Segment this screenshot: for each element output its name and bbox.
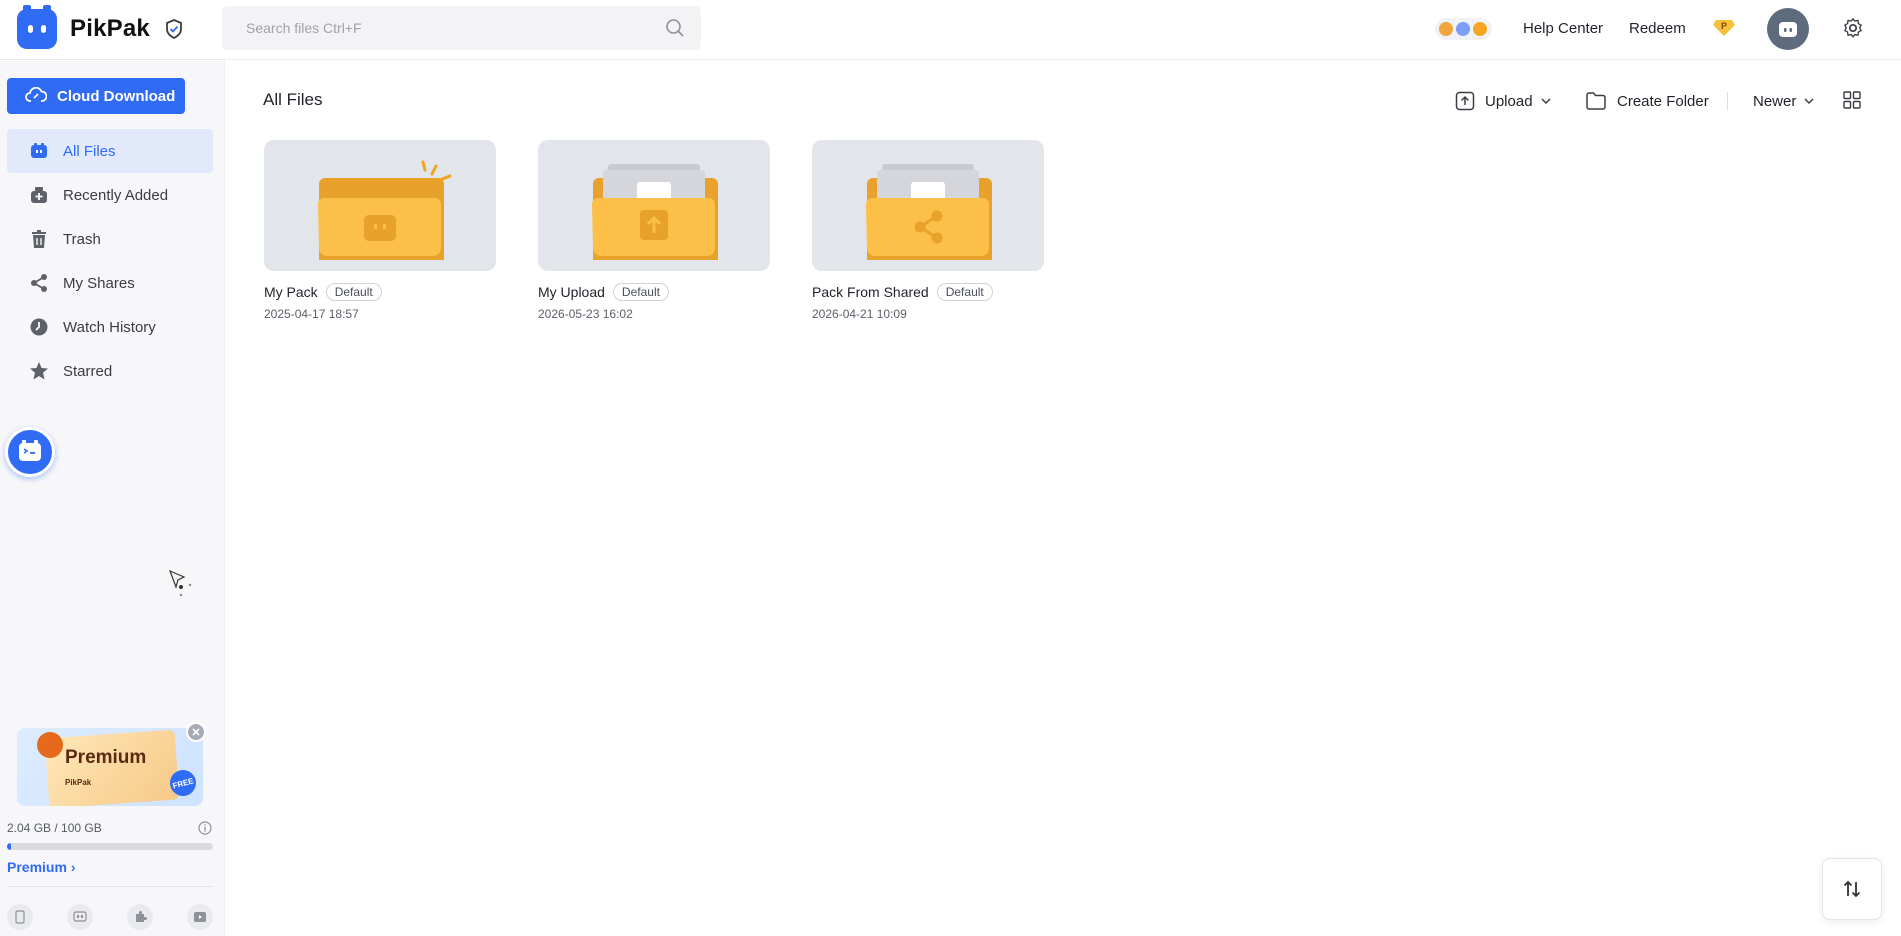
file-name-row: My Pack Default [264, 283, 496, 301]
toolbar-divider [1727, 92, 1728, 110]
pack-folder-icon [318, 160, 452, 260]
play-badge-icon [37, 732, 63, 758]
file-date: 2026-04-21 10:09 [812, 307, 907, 321]
top-bar: PikPak Help Center Redeem P [0, 0, 1901, 60]
sidebar-item-watch-history[interactable]: Watch History [7, 305, 213, 349]
file-date: 2025-04-17 18:57 [264, 307, 359, 321]
search-input[interactable] [222, 6, 642, 50]
sidebar-item-trash[interactable]: Trash [7, 217, 213, 261]
logo[interactable]: PikPak [17, 5, 150, 49]
sidebar-item-all-files[interactable]: All Files [7, 129, 213, 173]
promo-title: Premium [65, 747, 147, 768]
sidebar: Cloud Download All Files Recently Added … [0, 61, 225, 936]
upload-label: Upload [1485, 92, 1533, 110]
info-icon[interactable] [198, 821, 212, 840]
folder-thumbnail [538, 140, 770, 271]
close-icon[interactable] [186, 722, 206, 742]
storage-progress-bar [7, 843, 213, 850]
divider [7, 886, 213, 887]
folder-thumbnail [264, 140, 496, 271]
upload-button[interactable]: Upload [1455, 88, 1552, 114]
chevron-down-icon [1804, 98, 1814, 105]
sidebar-item-label: All Files [63, 142, 116, 160]
bottom-apps [7, 904, 213, 930]
file-name: My Upload [538, 284, 605, 300]
assistant-bot-button[interactable] [5, 427, 55, 477]
default-tag: Default [936, 283, 993, 301]
sidebar-item-recently-added[interactable]: Recently Added [7, 173, 213, 217]
sort-dropdown[interactable]: Newer [1753, 88, 1815, 114]
grid-view-icon[interactable] [1843, 91, 1861, 114]
file-name-row: Pack From Shared Default [812, 283, 1044, 301]
create-folder-button[interactable]: Create Folder [1585, 88, 1709, 114]
desktop-app-icon[interactable] [67, 904, 93, 930]
extension-icon[interactable] [127, 904, 153, 930]
pikpak-logo-icon [17, 5, 57, 49]
page-title: All Files [263, 90, 323, 109]
all-files-icon [29, 141, 49, 161]
folder-card-my-upload[interactable]: My Upload Default 2026-05-23 16:02 [538, 140, 770, 321]
share-icon [29, 273, 49, 293]
premium-promo-banner[interactable]: Premium PikPak FREE [17, 728, 203, 806]
mobile-app-icon[interactable] [7, 904, 33, 930]
svg-text:P: P [1721, 21, 1727, 31]
file-name: My Pack [264, 284, 318, 300]
folder-card-pack-from-shared[interactable]: Pack From Shared Default 2026-04-21 10:0… [812, 140, 1044, 321]
upload-folder-icon [592, 164, 718, 260]
chevron-down-icon [1541, 98, 1551, 105]
file-date: 2026-05-23 16:02 [538, 307, 633, 321]
sidebar-item-my-shares[interactable]: My Shares [7, 261, 213, 305]
sort-label: Newer [1753, 92, 1797, 110]
tv-app-icon[interactable] [187, 904, 213, 930]
create-folder-label: Create Folder [1617, 92, 1709, 110]
mouse-cursor-icon [168, 569, 194, 604]
sidebar-item-label: Starred [63, 362, 113, 380]
folder-card-my-pack[interactable]: My Pack Default 2025-04-17 18:57 [264, 140, 496, 321]
default-tag: Default [325, 283, 382, 301]
trash-icon [29, 229, 49, 249]
recently-added-icon [29, 185, 49, 205]
storage-usage-text: 2.04 GB / 100 GB [7, 821, 102, 835]
folder-icon [1586, 92, 1606, 110]
redeem-link[interactable]: Redeem [1629, 20, 1686, 37]
transfer-list-button[interactable] [1822, 858, 1882, 920]
default-tag: Default [612, 283, 669, 301]
chat-icon [1473, 22, 1487, 36]
help-center-link[interactable]: Help Center [1523, 20, 1603, 37]
chevron-right-icon: › [70, 859, 76, 875]
bot-icon [19, 440, 41, 461]
link-icon [25, 87, 47, 102]
star-icon [29, 361, 49, 381]
shared-folder-icon [866, 164, 992, 260]
sidebar-item-label: Watch History [63, 318, 156, 336]
sidebar-item-starred[interactable]: Starred [7, 349, 213, 393]
clock-icon [29, 317, 49, 337]
premium-link[interactable]: Premium › [7, 859, 75, 875]
premium-diamond-icon[interactable]: P [1712, 17, 1736, 42]
premium-link-label: Premium [7, 859, 67, 875]
file-name-row: My Upload Default [538, 283, 770, 301]
gear-icon[interactable] [1842, 17, 1864, 44]
cloud-download-label: Cloud Download [57, 87, 176, 105]
shield-icon[interactable] [163, 18, 185, 45]
sidebar-item-label: Trash [63, 230, 101, 248]
promo-brand: PikPak [65, 778, 92, 787]
sidebar-nav: All Files Recently Added Trash My Shares… [7, 129, 213, 393]
search-icon[interactable] [665, 18, 685, 43]
app-name: PikPak [70, 15, 150, 42]
search-bar[interactable] [222, 6, 701, 50]
avatar[interactable] [1767, 8, 1809, 50]
coins-badge[interactable] [1435, 18, 1492, 40]
cloud-download-button[interactable]: Cloud Download [7, 78, 185, 114]
storage-progress-fill [7, 843, 12, 850]
card-icon [1456, 22, 1470, 36]
sidebar-item-label: My Shares [63, 274, 135, 292]
folder-thumbnail [812, 140, 1044, 271]
transfer-icon [1843, 880, 1861, 898]
coin-icon [1439, 22, 1453, 36]
sidebar-item-label: Recently Added [63, 186, 169, 204]
upload-icon [1455, 91, 1475, 111]
file-name: Pack From Shared [812, 284, 929, 300]
